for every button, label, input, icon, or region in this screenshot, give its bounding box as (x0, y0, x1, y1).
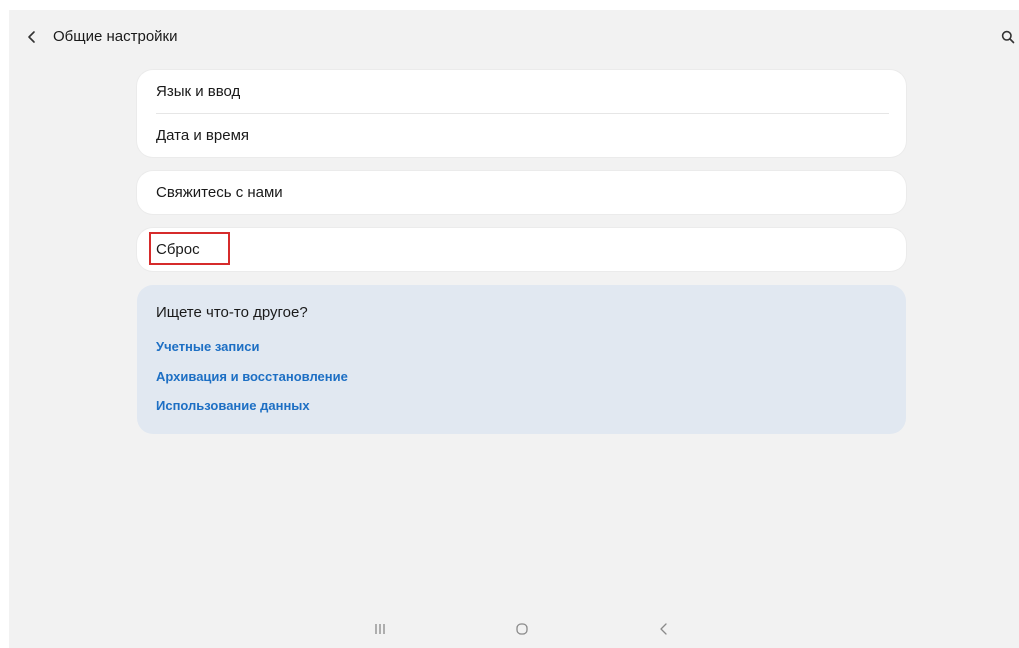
back-button[interactable] (21, 26, 43, 48)
setting-item-contact-us[interactable]: Свяжитесь с нами (137, 171, 906, 214)
navigation-bar (9, 610, 1019, 648)
suggestions-panel: Ищете что-то другое? Учетные записи Архи… (137, 285, 906, 434)
page-title: Общие настройки (53, 28, 178, 45)
chevron-left-icon (28, 31, 35, 43)
recents-icon (375, 624, 385, 634)
search-icon (1001, 30, 1015, 44)
setting-item-label: Дата и время (156, 127, 250, 144)
setting-item-date-time[interactable]: Дата и время (137, 114, 906, 157)
setting-item-language-input[interactable]: Язык и ввод (137, 70, 906, 113)
setting-item-label: Сброс (156, 241, 200, 258)
suggestion-link-data-usage[interactable]: Использование данных (156, 398, 310, 413)
suggestion-link-backup-restore[interactable]: Архивация и восстановление (156, 369, 348, 384)
nav-back-button[interactable] (649, 616, 679, 642)
home-icon (516, 623, 528, 635)
app-bar: Общие настройки (9, 10, 1019, 66)
suggestion-link-accounts[interactable]: Учетные записи (156, 339, 259, 354)
settings-screen: Общие настройки Язык и ввод Дата и время… (9, 10, 1019, 648)
setting-item-label: Язык и ввод (156, 83, 241, 100)
home-button[interactable] (507, 616, 537, 642)
setting-item-label: Свяжитесь с нами (156, 184, 283, 201)
settings-group-contact: Свяжитесь с нами (137, 171, 906, 214)
recents-button[interactable] (365, 616, 395, 642)
settings-group-language-date: Язык и ввод Дата и время (137, 70, 906, 157)
setting-item-reset[interactable]: Сброс (137, 228, 906, 271)
settings-group-reset: Сброс (137, 228, 906, 271)
search-button[interactable] (997, 26, 1019, 48)
suggestions-title: Ищете что-то другое? (156, 304, 308, 321)
back-icon (660, 623, 667, 635)
